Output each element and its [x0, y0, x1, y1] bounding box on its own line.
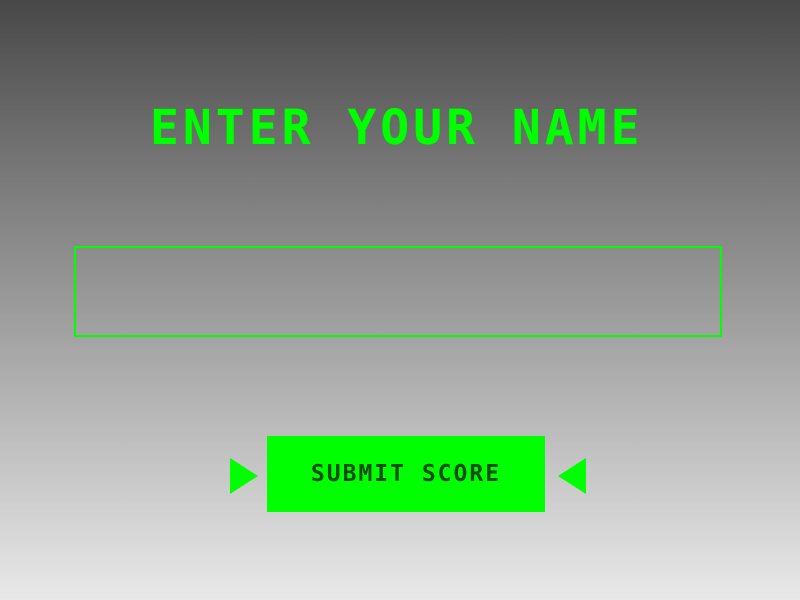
name-entry-screen: ENTER YOUR NAME SUBMIT SCORE [0, 0, 800, 600]
submit-score-button[interactable]: SUBMIT SCORE [267, 436, 545, 512]
name-input[interactable] [74, 246, 722, 337]
arrow-left-icon [558, 458, 586, 494]
arrow-right-icon [230, 458, 258, 494]
page-title: ENTER YOUR NAME [150, 100, 644, 156]
